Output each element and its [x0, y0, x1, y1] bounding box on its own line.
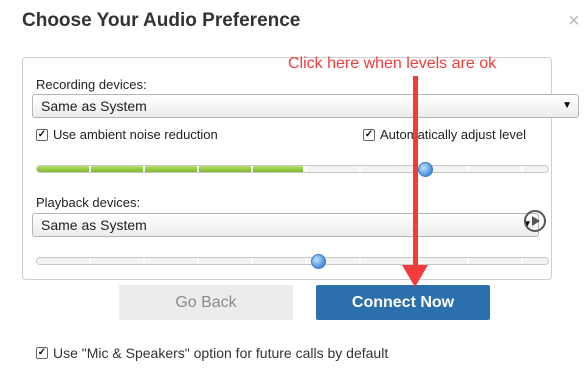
go-back-button[interactable]: Go Back — [119, 285, 293, 320]
connect-now-button[interactable]: Connect Now — [316, 285, 490, 320]
meter-divider — [305, 258, 307, 264]
playback-devices-label: Playback devices: — [36, 195, 141, 210]
meter-divider — [197, 166, 199, 172]
annotation-arrow-head — [402, 265, 428, 287]
auto-adjust-checkbox-row[interactable]: ✓ Automatically adjust level — [363, 127, 526, 142]
recording-device-value: Same as System — [41, 98, 147, 114]
ambient-noise-checkbox[interactable]: ✓ — [36, 128, 48, 141]
playback-device-select[interactable]: Same as System ▼ — [32, 213, 539, 237]
default-option-label: Use "Mic & Speakers" option for future c… — [53, 345, 389, 361]
meter-divider — [467, 166, 469, 172]
meter-divider — [143, 166, 145, 172]
playback-volume-slider-knob[interactable] — [310, 254, 326, 269]
annotation-text: Click here when levels are ok — [288, 55, 497, 72]
auto-adjust-label: Automatically adjust level — [380, 127, 526, 142]
chevron-down-icon: ▼ — [562, 100, 572, 111]
playback-device-value: Same as System — [41, 217, 147, 233]
annotation-arrow-shaft — [413, 76, 418, 272]
play-icon[interactable] — [524, 210, 546, 232]
meter-divider — [251, 258, 253, 264]
recording-level-fill — [37, 166, 303, 172]
meter-divider — [467, 258, 469, 264]
meter-divider — [305, 166, 307, 172]
meter-divider — [89, 166, 91, 172]
recording-level-meter — [36, 165, 549, 173]
ambient-noise-checkbox-row[interactable]: ✓ Use ambient noise reduction — [36, 127, 218, 142]
meter-divider — [197, 258, 199, 264]
dialog-title: Choose Your Audio Preference — [22, 10, 301, 31]
ambient-noise-label: Use ambient noise reduction — [53, 127, 218, 142]
recording-device-select[interactable]: Same as System ▼ — [32, 94, 579, 118]
auto-adjust-checkbox[interactable]: ✓ — [363, 128, 375, 141]
close-icon[interactable]: × — [568, 10, 580, 33]
recording-devices-label: Recording devices: — [36, 77, 147, 92]
meter-divider — [521, 258, 523, 264]
default-option-checkbox-row[interactable]: ✓ Use "Mic & Speakers" option for future… — [36, 345, 388, 361]
meter-divider — [359, 258, 361, 264]
meter-divider — [89, 258, 91, 264]
meter-divider — [251, 166, 253, 172]
playback-volume-track — [36, 257, 549, 265]
default-option-checkbox[interactable]: ✓ — [36, 347, 48, 359]
meter-divider — [359, 166, 361, 172]
meter-divider — [521, 166, 523, 172]
meter-divider — [143, 258, 145, 264]
